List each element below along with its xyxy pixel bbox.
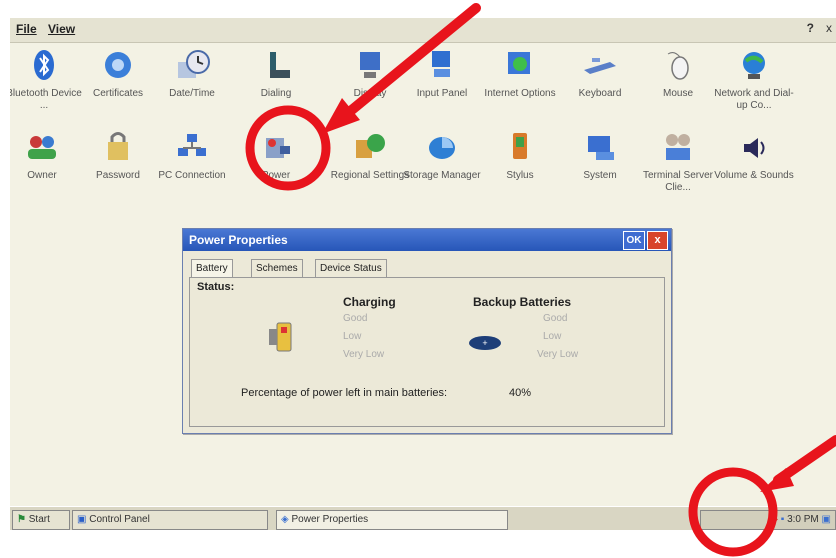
annotation-overlay: [245, 3, 836, 557]
arrow-line-top: [337, 3, 481, 123]
highlight-circle-tray: [688, 467, 778, 557]
highlight-circle-power: [245, 105, 331, 191]
